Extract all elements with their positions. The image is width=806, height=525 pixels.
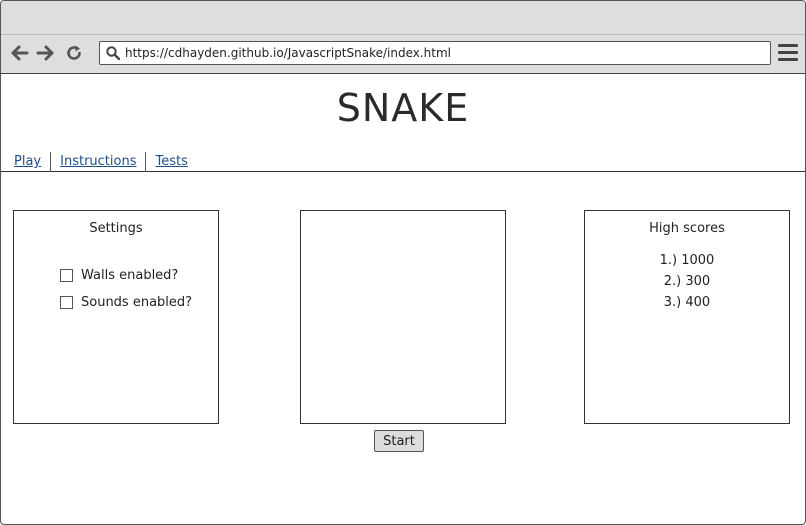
browser-window: SNAKE Play Instructions Tests Settings W… — [0, 0, 806, 525]
walls-label: Walls enabled? — [81, 268, 179, 283]
nav-link-instructions[interactable]: Instructions — [51, 152, 145, 172]
settings-panel: Settings Walls enabled? Sounds enabled? — [13, 210, 219, 424]
start-button[interactable]: Start — [374, 430, 424, 452]
high-score-entry: 3.) 400 — [663, 295, 711, 310]
high-score-entry: 2.) 300 — [663, 274, 711, 289]
hamburger-menu-icon[interactable] — [778, 44, 798, 62]
page-title: SNAKE — [336, 86, 470, 130]
forward-arrow-icon[interactable] — [34, 41, 56, 65]
game-board[interactable] — [300, 210, 506, 424]
nav-link-tests[interactable]: Tests — [146, 152, 196, 172]
reload-icon[interactable] — [63, 41, 85, 65]
high-scores-list: 1.) 1000 2.) 300 3.) 400 — [585, 250, 789, 313]
search-icon — [106, 46, 120, 60]
browser-toolbar — [1, 35, 805, 74]
high-scores-panel: High scores 1.) 1000 2.) 300 3.) 400 — [584, 210, 790, 424]
nav-link-play[interactable]: Play — [5, 152, 50, 172]
high-score-entry: 1.) 1000 — [659, 253, 715, 268]
high-scores-title: High scores — [649, 221, 725, 236]
walls-option[interactable]: Walls enabled? — [60, 262, 218, 289]
sounds-label: Sounds enabled? — [81, 295, 193, 310]
page-nav: Play Instructions Tests — [5, 151, 197, 173]
address-bar[interactable] — [99, 41, 771, 65]
sounds-option[interactable]: Sounds enabled? — [60, 289, 218, 316]
back-arrow-icon[interactable] — [9, 41, 31, 65]
settings-title: Settings — [89, 221, 143, 236]
settings-list: Walls enabled? Sounds enabled? — [60, 262, 218, 316]
page-header: SNAKE Play Instructions Tests — [1, 74, 805, 172]
url-input[interactable] — [125, 43, 755, 63]
browser-titlebar — [1, 1, 805, 35]
walls-checkbox[interactable] — [60, 269, 73, 282]
sounds-checkbox[interactable] — [60, 296, 73, 309]
